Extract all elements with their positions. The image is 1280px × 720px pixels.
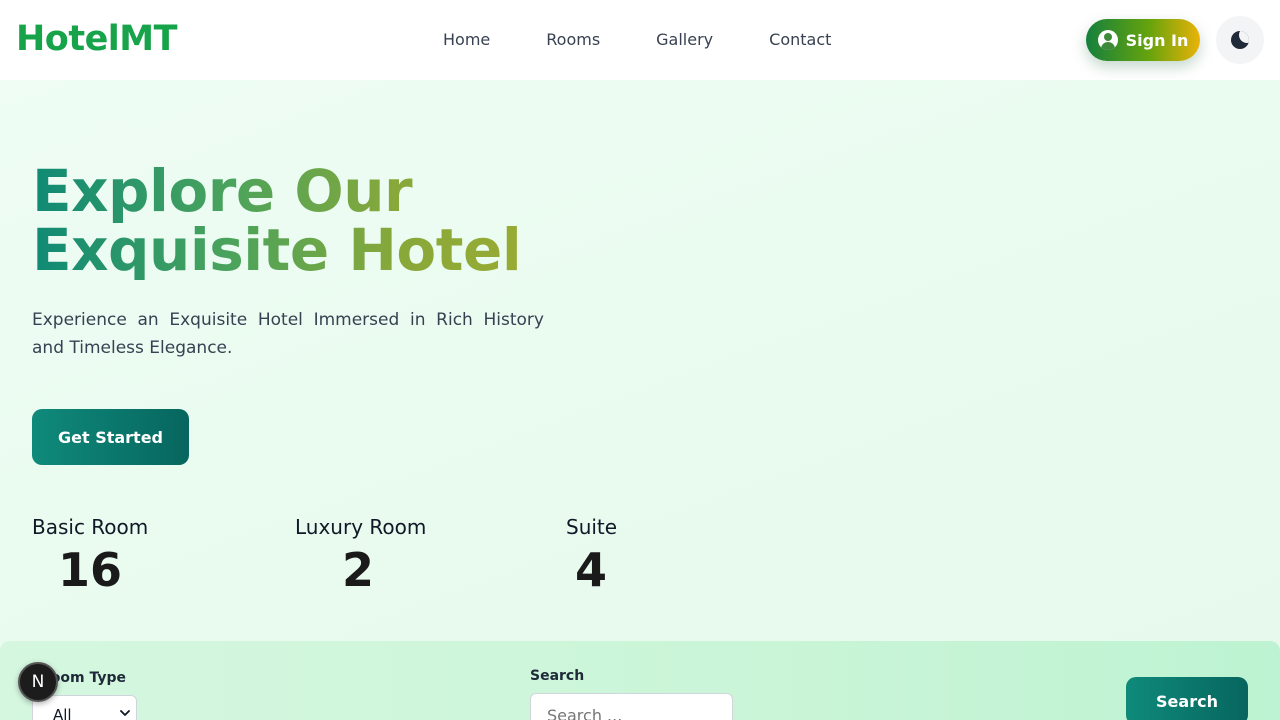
headline-line-1: Explore Our bbox=[32, 157, 413, 225]
site-header: HotelMT Home Rooms Gallery Contact Sign … bbox=[0, 0, 1280, 80]
sign-in-label: Sign In bbox=[1125, 30, 1189, 50]
stat-value: 16 bbox=[57, 543, 122, 597]
logo[interactable]: HotelMT bbox=[16, 18, 178, 60]
moon-icon bbox=[1231, 31, 1249, 49]
nav-gallery[interactable]: Gallery bbox=[656, 28, 713, 52]
headline-line-2: Exquisite Hotel bbox=[32, 216, 522, 284]
stat-luxury-room: Luxury Room 2 bbox=[295, 514, 427, 600]
nav-contact[interactable]: Contact bbox=[769, 28, 831, 52]
get-started-button[interactable]: Get Started bbox=[32, 409, 189, 465]
sign-in-button[interactable]: Sign In bbox=[1086, 19, 1200, 61]
chevron-down-icon bbox=[120, 710, 130, 716]
hero-headline: Explore Our Exquisite Hotel bbox=[32, 162, 592, 280]
theme-toggle-button[interactable] bbox=[1216, 16, 1264, 64]
stat-suite: Suite 4 bbox=[566, 514, 618, 600]
stat-label: Luxury Room bbox=[295, 515, 427, 539]
room-type-value: All bbox=[53, 706, 72, 720]
search-label: Search bbox=[530, 668, 585, 684]
stat-value: 4 bbox=[574, 543, 607, 597]
stat-label: Suite bbox=[566, 515, 618, 539]
nav-home[interactable]: Home bbox=[443, 28, 490, 52]
stat-label: Basic Room bbox=[32, 515, 149, 539]
search-button[interactable]: Search bbox=[1126, 677, 1248, 720]
stat-basic-room: Basic Room 16 bbox=[32, 514, 148, 600]
user-circle-icon bbox=[1097, 30, 1118, 50]
room-filter-panel: Room Type All Search Search bbox=[0, 641, 1280, 720]
search-input[interactable] bbox=[530, 693, 733, 720]
hero-subtitle: Experience an Exquisite Hotel Immersed i… bbox=[32, 310, 544, 358]
stat-value: 2 bbox=[341, 543, 374, 597]
nav-rooms[interactable]: Rooms bbox=[546, 28, 600, 52]
n-badge[interactable]: N bbox=[18, 662, 58, 702]
hero-section: Explore Our Exquisite Hotel Experience a… bbox=[0, 80, 1280, 720]
main-nav: Home Rooms Gallery Contact bbox=[443, 28, 831, 52]
